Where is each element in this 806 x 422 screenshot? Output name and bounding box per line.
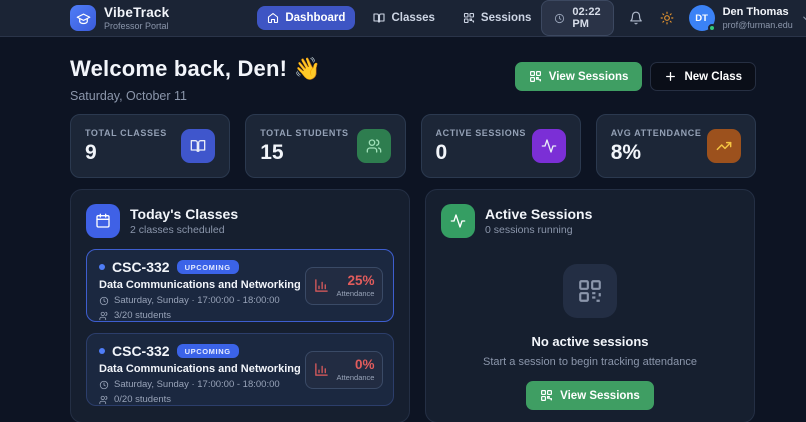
attendance-pill: 0% Attendance <box>305 351 383 389</box>
main-nav: Dashboard Classes Sessions <box>257 6 541 30</box>
bar-chart-icon <box>314 362 329 377</box>
class-code: CSC-332 <box>112 343 170 359</box>
stat-label: AVG ATTENDANCE <box>611 128 702 138</box>
qr-code-icon <box>563 264 617 318</box>
class-card[interactable]: CSC-332 UPCOMING Data Communications and… <box>86 249 394 322</box>
graduation-cap-icon <box>70 5 96 31</box>
stat-card-active-sessions: ACTIVE SESSIONS 0 <box>421 114 581 178</box>
view-sessions-label: View Sessions <box>549 71 629 83</box>
main-content: Welcome back, Den! 👋 Saturday, October 1… <box>0 37 806 422</box>
attendance-label: Attendance <box>337 373 375 382</box>
empty-state: No active sessions Start a session to be… <box>441 264 739 410</box>
welcome-section: Welcome back, Den! 👋 Saturday, October 1… <box>70 56 756 103</box>
avatar-initials: DT <box>695 13 708 24</box>
stat-label: ACTIVE SESSIONS <box>436 128 527 138</box>
user-name: Den Thomas <box>723 6 793 19</box>
home-icon <box>267 12 279 24</box>
clock-icon <box>99 296 109 306</box>
user-menu[interactable]: DT Den Thomas prof@furman.edu <box>689 5 806 31</box>
todays-classes-header: Today's Classes 2 classes scheduled <box>86 204 394 238</box>
todays-classes-panel: Today's Classes 2 classes scheduled CSC-… <box>70 189 410 422</box>
nav-dashboard-label: Dashboard <box>285 12 345 24</box>
stat-label: TOTAL STUDENTS <box>260 128 348 138</box>
attendance-pill: 25% Attendance <box>305 267 383 305</box>
stat-value: 9 <box>85 141 167 165</box>
panel-title: Active Sessions <box>485 206 592 222</box>
calendar-icon <box>86 204 120 238</box>
header: VibeTrack Professor Portal Dashboard Cla… <box>0 0 806 37</box>
qr-grid-icon <box>463 12 475 24</box>
stats-row: TOTAL CLASSES 9 TOTAL STUDENTS 15 ACTIVE… <box>70 114 756 178</box>
header-right: 02:22 PM DT Den Thomas prof@furman.edu <box>541 0 806 36</box>
clock-icon <box>99 380 109 390</box>
stat-card-total-students: TOTAL STUDENTS 15 <box>245 114 405 178</box>
user-email: prof@furman.edu <box>723 20 793 30</box>
attendance-value: 0% <box>337 357 375 372</box>
notifications-button[interactable] <box>627 9 645 27</box>
panels-row: Today's Classes 2 classes scheduled CSC-… <box>70 189 756 422</box>
page-title: Welcome back, Den! 👋 <box>70 56 321 82</box>
brand: VibeTrack Professor Portal <box>70 5 169 31</box>
time-value: 02:22 PM <box>572 6 600 30</box>
bar-chart-icon <box>314 278 329 293</box>
current-date: Saturday, October 11 <box>70 89 321 103</box>
nav-classes[interactable]: Classes <box>363 6 444 30</box>
time-display: 02:22 PM <box>541 0 613 36</box>
stat-value: 8% <box>611 141 702 165</box>
online-status-dot <box>708 24 716 32</box>
active-sessions-header: Active Sessions 0 sessions running <box>441 204 739 238</box>
view-sessions-label: View Sessions <box>560 390 640 402</box>
plus-icon <box>664 70 677 83</box>
clock-icon <box>554 13 565 24</box>
header-actions: View Sessions New Class <box>515 62 756 91</box>
users-icon <box>99 311 109 321</box>
panel-subtitle: 2 classes scheduled <box>130 224 238 236</box>
upcoming-badge: UPCOMING <box>177 260 239 274</box>
app-subtitle: Professor Portal <box>104 21 169 31</box>
nav-dashboard[interactable]: Dashboard <box>257 6 355 30</box>
users-icon <box>357 129 391 163</box>
stat-value: 0 <box>436 141 527 165</box>
bell-icon <box>629 11 643 25</box>
stat-value: 15 <box>260 141 348 165</box>
activity-icon <box>532 129 566 163</box>
stat-label: TOTAL CLASSES <box>85 128 167 138</box>
class-card[interactable]: CSC-332 UPCOMING Data Communications and… <box>86 333 394 406</box>
attendance-value: 25% <box>337 273 375 288</box>
chevron-down-icon <box>801 13 806 24</box>
avatar: DT <box>689 5 715 31</box>
new-class-label: New Class <box>684 71 742 83</box>
nav-classes-label: Classes <box>391 12 434 24</box>
nav-sessions[interactable]: Sessions <box>453 6 542 30</box>
app-title: VibeTrack <box>104 5 169 20</box>
qr-grid-icon <box>529 70 542 83</box>
theme-toggle-button[interactable] <box>658 9 676 27</box>
upcoming-badge: UPCOMING <box>177 344 239 358</box>
panel-title: Today's Classes <box>130 206 238 222</box>
trending-up-icon <box>707 129 741 163</box>
new-class-button[interactable]: New Class <box>650 62 756 91</box>
users-icon <box>99 395 109 405</box>
active-sessions-panel: Active Sessions 0 sessions running No ac… <box>425 189 755 422</box>
book-open-icon <box>181 129 215 163</box>
status-dot <box>99 264 105 270</box>
attendance-label: Attendance <box>337 289 375 298</box>
empty-title: No active sessions <box>441 334 739 349</box>
qr-grid-icon <box>540 389 553 402</box>
status-dot <box>99 348 105 354</box>
empty-subtitle: Start a session to begin tracking attend… <box>441 356 739 368</box>
view-sessions-button[interactable]: View Sessions <box>526 381 654 410</box>
class-code: CSC-332 <box>112 259 170 275</box>
stat-card-total-classes: TOTAL CLASSES 9 <box>70 114 230 178</box>
panel-subtitle: 0 sessions running <box>485 224 592 236</box>
stat-card-avg-attendance: AVG ATTENDANCE 8% <box>596 114 756 178</box>
book-icon <box>373 12 385 24</box>
sun-icon <box>660 11 674 25</box>
activity-icon <box>441 204 475 238</box>
class-students: 0/20 students <box>99 394 381 405</box>
class-students: 3/20 students <box>99 310 381 321</box>
nav-sessions-label: Sessions <box>481 12 532 24</box>
view-sessions-button[interactable]: View Sessions <box>515 62 643 91</box>
